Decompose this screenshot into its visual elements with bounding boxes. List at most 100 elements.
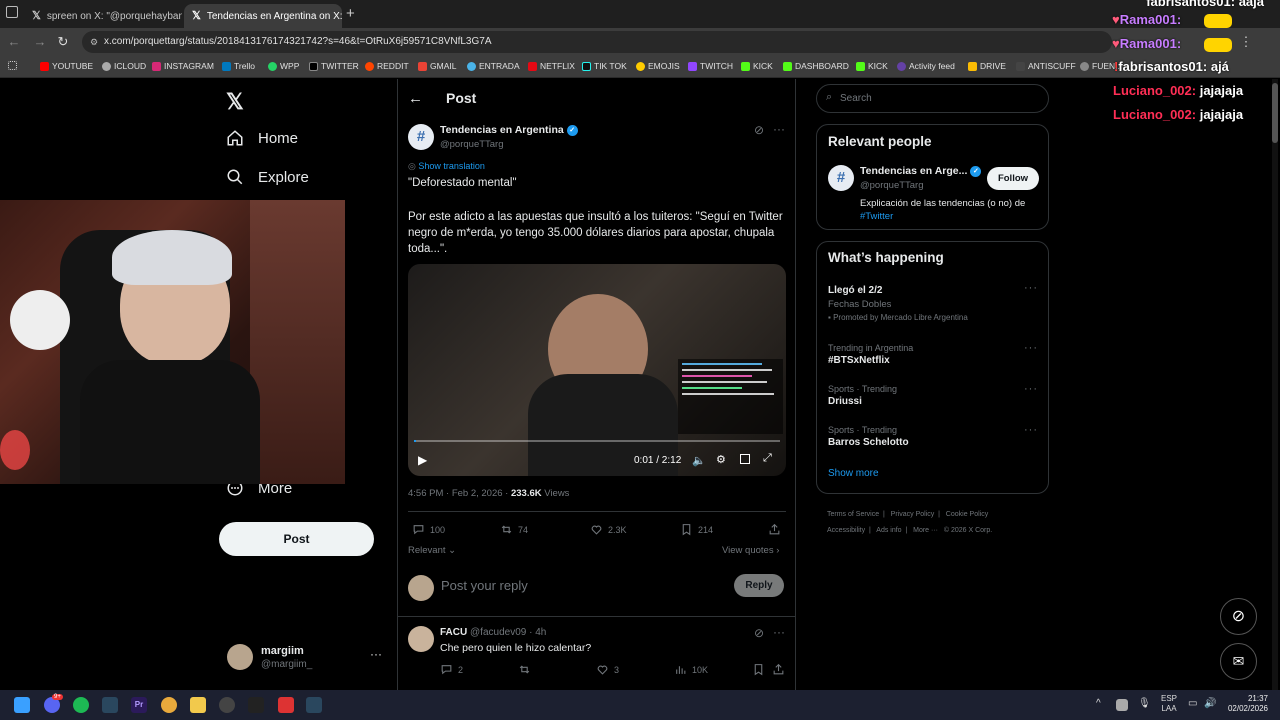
settings-icon[interactable]: ⚙ xyxy=(716,453,726,466)
view-quotes-link[interactable]: View quotes › xyxy=(722,545,779,556)
video-player[interactable]: ▶ 0:01 / 2:12 🔈 ⚙ ⤢ xyxy=(408,264,786,476)
tab-spreen[interactable]: 𝕏 spreen on X: "@porquehayban... ✕ xyxy=(24,4,182,28)
grok-icon[interactable]: ⊘ xyxy=(754,123,764,137)
microphone-icon[interactable]: 🎙 xyxy=(1138,698,1151,709)
apps-icon[interactable] xyxy=(8,61,17,70)
reply-avatar[interactable] xyxy=(408,626,434,652)
bookmark-youtube[interactable]: YOUTUBE xyxy=(40,61,93,71)
trend-item[interactable]: Sports · Trending Driussi xyxy=(828,384,1048,407)
more-options-icon[interactable]: ··· xyxy=(773,122,785,136)
bookmark-antiscuff[interactable]: ANTISCUFF xyxy=(1016,61,1076,71)
person-name[interactable]: Tendencias en Arge... ✓ xyxy=(860,165,982,177)
url-field[interactable]: ⚙ x.com/porquettarg/status/2018413176174… xyxy=(82,31,1112,53)
tab-search-icon[interactable] xyxy=(6,6,18,18)
bookmark-emojis[interactable]: EMOJIS xyxy=(636,61,680,71)
play-icon[interactable]: ▶ xyxy=(418,453,427,467)
footer-link[interactable]: Terms of Service xyxy=(827,511,879,518)
speaker-icon[interactable]: 🔊 xyxy=(1204,698,1216,709)
reload-icon[interactable]: ↻ xyxy=(55,34,71,50)
share-action[interactable] xyxy=(768,523,781,536)
footer-link[interactable]: Ads info xyxy=(876,527,901,534)
bookmark-wpp[interactable]: WPP xyxy=(268,61,299,71)
grok-floating-icon[interactable]: ⊘ xyxy=(1220,598,1257,635)
account-menu-icon[interactable]: ··· xyxy=(370,647,382,661)
app-icon[interactable] xyxy=(219,697,235,713)
extensions-icon[interactable]: ⋮ xyxy=(1238,34,1254,50)
chrome-icon[interactable] xyxy=(161,697,177,713)
pip-icon[interactable] xyxy=(740,454,750,464)
fullscreen-icon[interactable]: ⤢ xyxy=(763,452,772,465)
nav-home[interactable]: Home xyxy=(226,129,298,147)
tray-icon[interactable] xyxy=(1116,699,1128,711)
bookmark-dashboard[interactable]: DASHBOARD xyxy=(783,61,849,71)
more-options-icon[interactable]: ··· xyxy=(773,625,785,639)
reply-repost-action[interactable] xyxy=(518,663,531,676)
scrollbar-thumb[interactable] xyxy=(1272,83,1278,143)
bookmark-reddit[interactable]: REDDIT xyxy=(365,61,409,71)
obs-icon[interactable] xyxy=(248,697,264,713)
forward-icon[interactable]: → xyxy=(32,34,48,50)
steam-icon[interactable] xyxy=(306,697,322,713)
site-info-icon[interactable]: ⚙ xyxy=(90,31,98,53)
nav-explore[interactable]: Explore xyxy=(226,168,309,186)
steam-icon[interactable] xyxy=(102,697,118,713)
language-indicator[interactable]: ESP LAA xyxy=(1161,694,1177,714)
tray-chevron-icon[interactable]: ^ xyxy=(1096,698,1101,709)
bookmark-kick[interactable]: KICK xyxy=(741,61,773,71)
bookmark-gmail[interactable]: GMAIL xyxy=(418,61,456,71)
reply-views[interactable]: 10K xyxy=(674,663,708,676)
trend-more-icon[interactable]: ··· xyxy=(1024,424,1038,436)
trend-item[interactable]: Llegó el 2/2 Fechas Dobles ▪ Promoted by… xyxy=(828,283,1048,322)
footer-link[interactable]: More ··· xyxy=(913,527,938,534)
windows-start-icon[interactable] xyxy=(14,697,30,713)
back-icon[interactable]: ← xyxy=(6,34,22,50)
trend-item[interactable]: Trending in Argentina #BTSxNetflix xyxy=(828,343,1048,366)
trend-more-icon[interactable]: ··· xyxy=(1024,342,1038,354)
bookmark-activity-feed[interactable]: Activity feed xyxy=(897,61,955,71)
person-handle[interactable]: @porqueTTarg xyxy=(860,180,924,191)
account-avatar[interactable] xyxy=(227,644,253,670)
show-translation-link[interactable]: ◎ Show translation xyxy=(408,161,485,172)
trend-item[interactable]: Sports · Trending Barros Schelotto xyxy=(828,425,1048,448)
reply-bookmark-action[interactable] xyxy=(752,663,765,676)
author-avatar[interactable]: # xyxy=(408,124,434,150)
file-explorer-icon[interactable] xyxy=(190,697,206,713)
messages-icon[interactable]: ✉ xyxy=(1220,643,1257,680)
bookmark-icloud[interactable]: ICLOUD xyxy=(102,61,146,71)
reply-button[interactable]: Reply xyxy=(734,574,784,597)
x-logo[interactable]: 𝕏 xyxy=(226,89,244,115)
person-avatar[interactable]: # xyxy=(828,165,854,191)
bookmark-tiktok[interactable]: TIK TOK xyxy=(582,61,627,71)
reply-action[interactable]: 100 xyxy=(412,523,445,536)
bookmark-netflix[interactable]: NETFLIX xyxy=(528,61,575,71)
bookmark-twitter[interactable]: TWITTER xyxy=(309,61,359,71)
author-handle[interactable]: @porqueTTarg xyxy=(440,139,504,150)
search-box[interactable]: ⌕ Search xyxy=(816,84,1049,113)
bookmark-entrada[interactable]: ENTRADA xyxy=(467,61,520,71)
author-name[interactable]: Tendencias en Argentina ✓ xyxy=(440,124,578,136)
trend-more-icon[interactable]: ··· xyxy=(1024,383,1038,395)
premiere-icon[interactable]: Pr xyxy=(131,697,147,713)
bookmark-trello[interactable]: Trello xyxy=(222,61,255,71)
follow-button[interactable]: Follow xyxy=(987,167,1039,190)
reply-share-action[interactable] xyxy=(772,663,785,676)
bookmark-instagram[interactable]: INSTAGRAM xyxy=(152,61,214,71)
footer-link[interactable]: Accessibility xyxy=(827,527,865,534)
tab-tendencias[interactable]: 𝕏 Tendencias en Argentina on X: "... ✕ xyxy=(184,4,342,28)
network-icon[interactable]: ▭ xyxy=(1188,698,1197,709)
show-more-link[interactable]: Show more xyxy=(828,468,879,479)
reply-like-action[interactable]: 3 xyxy=(596,663,619,676)
footer-link[interactable]: Privacy Policy xyxy=(891,511,935,518)
bookmark-drive[interactable]: DRIVE xyxy=(968,61,1006,71)
sort-dropdown[interactable]: Relevant ⌄ xyxy=(408,545,456,556)
post-button[interactable]: Post xyxy=(219,522,374,556)
trend-more-icon[interactable]: ··· xyxy=(1024,282,1038,294)
reply-input[interactable]: Post your reply xyxy=(441,578,528,593)
reply-reply-action[interactable]: 2 xyxy=(440,663,463,676)
bookmark-twitch[interactable]: TWITCH xyxy=(688,61,733,71)
bookmark-kick-2[interactable]: KICK xyxy=(856,61,888,71)
bio-hashtag[interactable]: #Twitter xyxy=(860,211,893,222)
back-arrow-icon[interactable]: ← xyxy=(408,90,423,107)
clock[interactable]: 21:37 02/02/2026 xyxy=(1224,694,1268,714)
grok-icon[interactable]: ⊘ xyxy=(754,626,764,640)
